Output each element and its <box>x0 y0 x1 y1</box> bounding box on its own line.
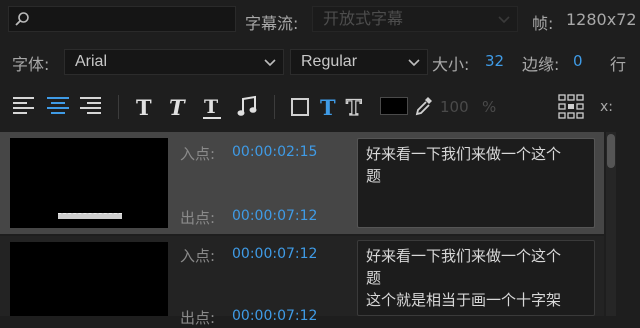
svg-text:T: T <box>204 96 218 118</box>
out-point-label: 出点: <box>180 309 216 327</box>
frame-label: 帧: <box>532 14 554 33</box>
toolbar-divider <box>274 95 275 119</box>
vertical-scrollbar[interactable] <box>606 132 616 316</box>
text-outline-icon[interactable]: T <box>344 95 368 119</box>
align-left-icon[interactable] <box>12 96 36 118</box>
stream-value: 开放式字幕 <box>323 9 404 28</box>
underline-icon[interactable]: T <box>201 95 223 121</box>
position-grid-icon[interactable] <box>558 94 584 120</box>
size-label: 大小: <box>432 55 470 74</box>
chevron-down-icon <box>264 59 276 67</box>
out-point-timecode[interactable]: 00:00:07:12 <box>232 208 317 224</box>
svg-text:T: T <box>169 95 186 119</box>
font-family-value: Arial <box>75 53 108 70</box>
svg-text:T: T <box>346 95 362 119</box>
caption-thumbnail <box>10 138 168 228</box>
svg-text:T: T <box>320 95 336 119</box>
font-style-select[interactable]: Regular <box>290 49 428 75</box>
line-label-partial: 行 <box>610 55 627 74</box>
search-icon <box>15 12 29 26</box>
font-style-value: Regular <box>301 53 358 70</box>
in-point-label: 入点: <box>180 145 216 163</box>
x-position-label: x: <box>600 99 614 115</box>
frame-value: 1280x72 <box>566 10 637 29</box>
chevron-down-icon <box>498 16 510 24</box>
edge-value[interactable]: 0 <box>573 52 583 70</box>
caption-text-field[interactable]: 好来看一下我们来做一个这个 题 这个就是相当于画一个十字架 <box>357 240 595 316</box>
in-point-label: 入点: <box>180 247 216 265</box>
color-swatch[interactable] <box>380 97 408 115</box>
scrollbar-thumb[interactable] <box>607 134 615 168</box>
stream-select[interactable]: 开放式字幕 <box>312 6 518 32</box>
out-point-label: 出点: <box>180 209 216 227</box>
bold-icon[interactable]: T <box>134 95 156 119</box>
opacity-unit: % <box>482 98 497 116</box>
font-label: 字体: <box>12 55 50 74</box>
eyedropper-icon[interactable] <box>414 95 434 117</box>
opacity-value[interactable]: 100 <box>440 98 469 116</box>
font-family-select[interactable]: Arial <box>64 49 284 75</box>
align-right-icon[interactable] <box>79 96 103 118</box>
svg-text:T: T <box>136 95 152 119</box>
in-point-timecode[interactable]: 00:00:07:12 <box>232 246 317 262</box>
search-input[interactable] <box>8 6 236 32</box>
in-point-timecode[interactable]: 00:00:02:15 <box>232 144 317 160</box>
music-note-icon[interactable] <box>236 95 258 119</box>
stream-label: 字幕流: <box>245 14 299 33</box>
out-point-timecode[interactable]: 00:00:07:12 <box>232 308 317 324</box>
background-box-icon[interactable] <box>290 97 310 117</box>
caption-thumbnail <box>10 242 168 316</box>
toolbar-divider <box>118 95 119 119</box>
caption-preview-bar <box>58 213 122 219</box>
size-value[interactable]: 32 <box>485 52 504 70</box>
text-fill-icon[interactable]: T <box>318 95 340 119</box>
italic-icon[interactable]: T <box>167 95 189 119</box>
caption-text-field[interactable]: 好来看一下我们来做一个这个 题 <box>357 138 595 228</box>
chevron-down-icon <box>408 59 420 67</box>
align-center-icon[interactable] <box>46 96 70 118</box>
edge-label: 边缘: <box>522 55 560 74</box>
